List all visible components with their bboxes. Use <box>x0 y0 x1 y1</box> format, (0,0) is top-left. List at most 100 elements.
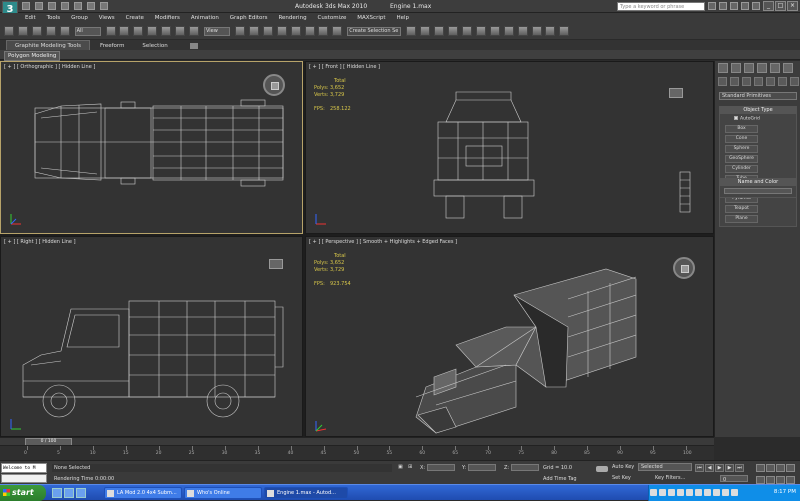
reference-coordinate-dropdown[interactable]: View <box>203 27 230 36</box>
select-move-icon[interactable] <box>161 26 172 36</box>
network-icon[interactable] <box>731 489 738 496</box>
mirror-icon[interactable] <box>406 26 417 36</box>
tray-icon-4[interactable] <box>677 489 684 496</box>
sphere-button[interactable]: Sphere <box>725 144 758 153</box>
box-button[interactable]: Box <box>725 124 758 133</box>
zoom-extents-icon[interactable] <box>776 464 785 472</box>
menu-modifiers[interactable]: Modifiers <box>155 13 180 23</box>
key-filters-button[interactable]: Key Filters... <box>655 475 685 481</box>
quicklaunch-player-icon[interactable] <box>76 488 86 498</box>
redo-icon[interactable] <box>17 26 28 36</box>
current-frame-field[interactable]: 0 <box>720 475 748 483</box>
favorites-icon[interactable] <box>740 2 749 10</box>
pan-icon[interactable] <box>766 476 775 484</box>
tray-icon-3[interactable] <box>668 489 675 496</box>
help-search-input[interactable]: Type a keyword or phrase <box>617 2 705 11</box>
cylinder-button[interactable]: Cylinder <box>725 164 758 173</box>
utilities-tab-icon[interactable] <box>782 63 793 73</box>
space-warps-icon[interactable] <box>777 77 787 86</box>
render-iterative-icon[interactable] <box>545 26 556 36</box>
primitive-category-dropdown[interactable]: Standard Primitives <box>719 92 797 100</box>
select-object-icon[interactable] <box>105 26 116 36</box>
named-selection-dropdown[interactable]: Create Selection Se <box>347 27 402 36</box>
layer-manager-icon[interactable] <box>434 26 445 36</box>
viewport-front[interactable]: [ + ] [ Front ] [ Hidden Line ] Total Po… <box>305 61 714 234</box>
shapes-icon[interactable] <box>729 77 739 86</box>
z-field[interactable] <box>511 464 540 471</box>
undo-icon[interactable] <box>4 26 14 36</box>
minimize-button[interactable]: _ <box>763 1 774 11</box>
add-time-tag[interactable]: Add Time Tag <box>543 476 577 482</box>
maxscript-listener[interactable]: Welcome to M <box>1 463 47 473</box>
object-name-field[interactable] <box>724 188 792 194</box>
next-frame-icon[interactable]: ▶ <box>725 464 734 472</box>
task-engine-max[interactable]: Engine 1.max - Autod... <box>264 487 348 499</box>
fetch-icon[interactable] <box>99 2 108 10</box>
go-to-start-icon[interactable]: ⏮ <box>695 464 704 472</box>
new-file-icon[interactable] <box>22 2 30 10</box>
render-setup-icon[interactable] <box>503 26 514 36</box>
redo-icon[interactable] <box>73 2 82 10</box>
field-of-view-icon[interactable] <box>756 476 765 484</box>
checkbox-icon[interactable] <box>734 116 738 120</box>
ribbon-minimize-icon[interactable] <box>189 42 198 49</box>
menu-customize[interactable]: Customize <box>317 13 346 23</box>
close-button[interactable]: × <box>787 1 798 11</box>
communication-icon[interactable] <box>729 2 738 10</box>
open-file-icon[interactable] <box>34 2 43 10</box>
lights-icon[interactable] <box>741 77 751 86</box>
keyboard-shortcut-icon[interactable] <box>262 26 273 36</box>
tray-icon-6[interactable] <box>695 489 702 496</box>
teapot-render-icon[interactable] <box>559 26 570 36</box>
percent-snap-icon[interactable] <box>304 26 315 36</box>
spinner-snap-icon[interactable] <box>318 26 329 36</box>
viewcube-icon[interactable] <box>263 74 285 96</box>
select-by-name-icon[interactable] <box>119 26 130 36</box>
set-key-icon[interactable] <box>596 466 608 472</box>
align-icon[interactable] <box>420 26 431 36</box>
selection-filter-dropdown[interactable]: All <box>74 27 101 36</box>
subscription-icon[interactable] <box>718 2 727 10</box>
teapot-button[interactable]: Teapot <box>725 204 758 213</box>
menu-edit[interactable]: Edit <box>25 13 36 23</box>
viewport-label-right[interactable]: [ + ] [ Right ] [ Hidden Line ] <box>4 239 76 245</box>
menu-create[interactable]: Create <box>126 13 144 23</box>
hierarchy-tab-icon[interactable] <box>743 63 754 73</box>
hold-icon[interactable] <box>86 2 95 10</box>
tray-icon-2[interactable] <box>659 489 666 496</box>
viewport-label-perspective[interactable]: [ + ] [ Perspective ] [ Smooth + Highlig… <box>309 239 457 245</box>
maximize-viewport-icon[interactable] <box>786 476 795 484</box>
link-icon[interactable] <box>31 26 42 36</box>
maximize-button[interactable]: □ <box>775 1 786 11</box>
schematic-view-icon[interactable] <box>475 26 486 36</box>
curve-editor-icon[interactable] <box>461 26 472 36</box>
go-to-end-icon[interactable]: ⏭ <box>735 464 744 472</box>
orbit-icon[interactable] <box>776 476 785 484</box>
undo-icon[interactable] <box>60 2 69 10</box>
task-whos-online[interactable]: Who's Online <box>184 487 262 499</box>
menu-tools[interactable]: Tools <box>47 13 61 23</box>
task-la-mod[interactable]: LA Mod 2.0 4x4 Subm... <box>104 487 182 499</box>
autogrid-checkbox[interactable]: AutoGrid <box>720 114 796 123</box>
time-slider[interactable]: 0 / 100 <box>0 437 714 446</box>
material-editor-icon[interactable] <box>489 26 500 36</box>
lock-selection-icon[interactable]: ▣ <box>398 464 403 470</box>
pivot-center-icon[interactable] <box>234 26 245 36</box>
track-bar[interactable]: 0 5 10 15 20 25 30 35 40 45 50 55 60 65 70 75 80 85 90 95 10… <box>0 445 714 460</box>
tray-icon-1[interactable] <box>650 489 657 496</box>
bind-space-warp-icon[interactable] <box>59 26 70 36</box>
x-field[interactable] <box>427 464 456 471</box>
selection-region-icon[interactable] <box>133 26 144 36</box>
volume-icon[interactable] <box>722 489 729 496</box>
save-file-icon[interactable] <box>47 2 56 10</box>
quicklaunch-browser-icon[interactable] <box>52 488 62 498</box>
viewport-orthographic[interactable]: [ + ] [ Orthographic ] [ Hidden Line ] <box>0 61 303 234</box>
quicklaunch-desktop-icon[interactable] <box>64 488 74 498</box>
auto-key-button[interactable]: Auto Key <box>612 464 634 470</box>
systems-icon[interactable] <box>789 77 799 86</box>
motion-tab-icon[interactable] <box>756 63 767 73</box>
menu-help[interactable]: Help <box>396 13 409 23</box>
viewcube-icon[interactable] <box>669 88 683 98</box>
tray-icon-5[interactable] <box>686 489 693 496</box>
geosphere-button[interactable]: GeoSphere <box>725 154 758 163</box>
